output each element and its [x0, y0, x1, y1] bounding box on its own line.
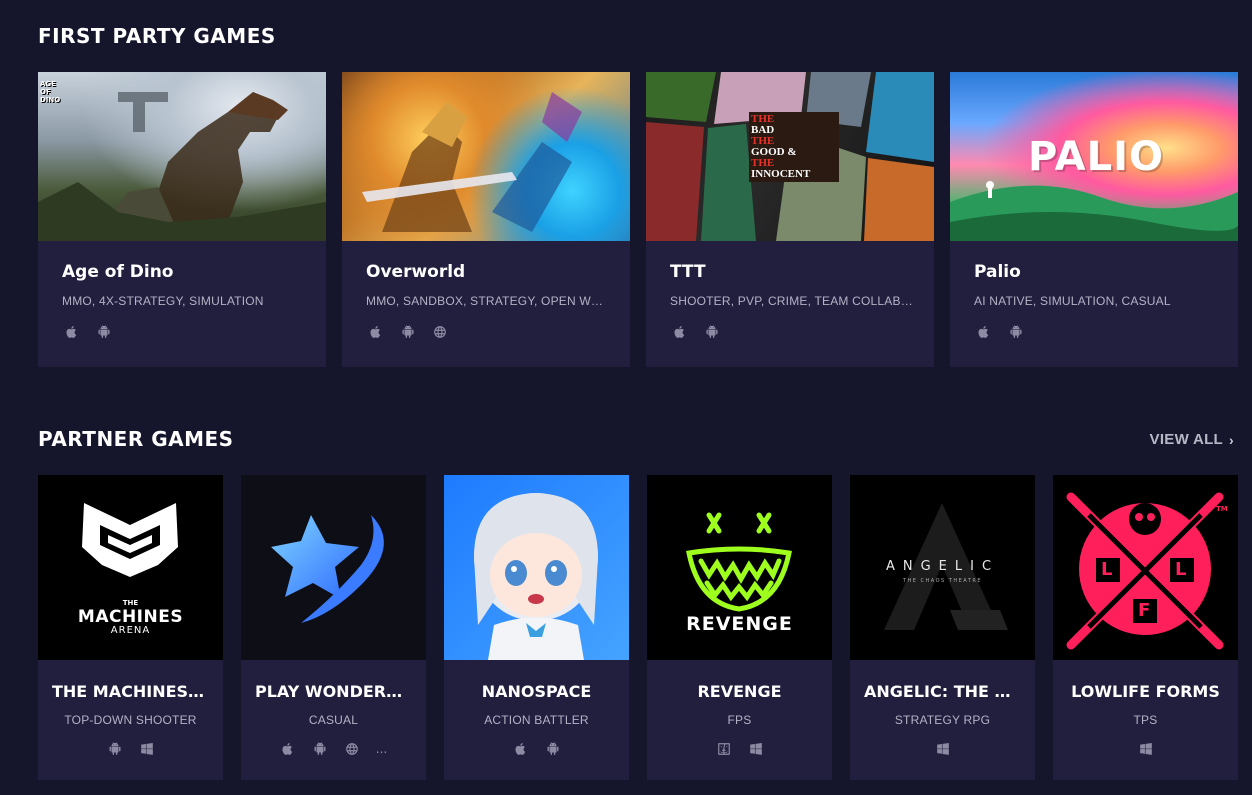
wonderland-star-logo: [271, 515, 384, 623]
apple-icon: [976, 324, 992, 340]
lowlife-letter-l2: L: [1175, 559, 1187, 580]
game-card-palio[interactable]: PALIO Palio AI NATIVE, SIMULATION, CASUA…: [950, 72, 1238, 367]
globe-icon: [432, 324, 448, 340]
partner-section-title: PARTNER GAMES: [38, 427, 234, 451]
android-icon: [96, 324, 112, 340]
machines-logo-sub: ARENA: [110, 625, 151, 636]
game-card-age-of-dino[interactable]: AGE OF DINO Age of Dino MMO, 4X-STRATEGY…: [38, 72, 326, 367]
game-title: THE MACHINES ARENA: [52, 682, 223, 701]
game-genre: FPS: [727, 713, 752, 727]
overworld-illustration: [362, 92, 582, 232]
android-icon: [704, 324, 720, 340]
lowlife-letter-l1: L: [1101, 559, 1113, 580]
dinosaur-illustration: [38, 92, 326, 241]
first-party-games-row: AGE OF DINO Age of Dino MMO, 4X-STRATEGY…: [38, 72, 1238, 367]
finder-icon: [716, 741, 732, 757]
game-title: Age of Dino: [62, 262, 174, 282]
game-art-age-of-dino: AGE OF DINO: [38, 72, 326, 241]
ttt-logo: THE BAD THE GOOD & THE INNOCENT: [751, 114, 841, 180]
game-thumb-lowlife-forms: L L F TM: [1053, 475, 1238, 660]
platform-icons: [444, 741, 629, 757]
game-genres: MMO, 4X-STRATEGY, SIMULATION: [62, 294, 264, 308]
game-card-ttt[interactable]: THE BAD THE GOOD & THE INNOCENT TTT SHOO…: [646, 72, 934, 367]
machines-logo-main: MACHINES: [77, 607, 184, 627]
android-icon: [400, 324, 416, 340]
angelic-logo-sub: THE CHAOS THEATRE: [902, 578, 983, 584]
machines-logo-top: THE: [122, 599, 139, 607]
platform-icons: [850, 741, 1035, 757]
android-icon: [1008, 324, 1024, 340]
android-icon: [545, 741, 561, 757]
game-art-overworld: [342, 72, 630, 241]
windows-icon: [1138, 741, 1154, 757]
platform-icons: [64, 324, 112, 340]
platform-icons: [672, 324, 720, 340]
game-title: PLAY WONDERLAND: [255, 682, 426, 701]
game-title: TTT: [670, 262, 706, 282]
first-party-section-title: FIRST PARTY GAMES: [38, 24, 276, 48]
revenge-logo-text: REVENGE: [686, 613, 793, 635]
game-thumb-machines-arena: THE MACHINES ARENA: [38, 475, 223, 660]
game-title: Overworld: [366, 262, 466, 282]
android-icon: [107, 741, 123, 757]
game-card-nanospace[interactable]: NANOSPACE ACTION BATTLER: [444, 475, 629, 780]
game-title: NANOSPACE: [481, 682, 592, 701]
platform-icons: [976, 324, 1024, 340]
android-icon: [312, 741, 328, 757]
game-card-overworld[interactable]: Overworld MMO, SANDBOX, STRATEGY, OPEN W…: [342, 72, 630, 367]
age-of-dino-logo: AGE OF DINO: [40, 80, 61, 104]
angelic-logo-main: ANGELIC: [885, 559, 1000, 574]
game-genre: CASUAL: [308, 713, 359, 727]
game-card-lowlife-forms[interactable]: L L F TM LOWLIFE FORMS TPS: [1053, 475, 1238, 780]
apple-icon: [672, 324, 688, 340]
game-card-angelic[interactable]: ANGELIC THE CHAOS THEATRE ANGELIC: THE C…: [850, 475, 1035, 780]
more-platforms-indicator: ...: [375, 742, 388, 756]
game-thumb-nanospace: [444, 475, 629, 660]
windows-icon: [139, 741, 155, 757]
game-genre: TOP-DOWN SHOOTER: [64, 713, 197, 727]
game-thumb-revenge: REVENGE: [647, 475, 832, 660]
game-title: LOWLIFE FORMS: [1071, 682, 1220, 701]
apple-icon: [64, 324, 80, 340]
partner-games-row: THE MACHINES ARENA THE MACHINES ARENA TO…: [38, 475, 1238, 780]
apple-icon: [280, 741, 296, 757]
apple-icon: [513, 741, 529, 757]
windows-icon: [935, 741, 951, 757]
game-thumb-play-wonderland: [241, 475, 426, 660]
lowlife-circle-logo: [1066, 492, 1224, 650]
chevron-right-icon: ›: [1229, 431, 1234, 448]
nanospace-character: [474, 493, 598, 660]
game-genres: SHOOTER, PVP, CRIME, TEAM COLLABORATION: [670, 294, 916, 308]
lowlife-trademark: TM: [1216, 505, 1228, 513]
game-title: Palio: [974, 262, 1021, 282]
game-card-revenge[interactable]: REVENGE REVENGE FPS: [647, 475, 832, 780]
palio-logo: PALIO: [1028, 134, 1164, 180]
game-card-play-wonderland[interactable]: PLAY WONDERLAND CASUAL ...: [241, 475, 426, 780]
platform-icons: [647, 741, 832, 757]
view-all-label: VIEW ALL: [1149, 431, 1224, 448]
platform-icons: [368, 324, 448, 340]
game-art-palio: PALIO: [950, 72, 1238, 241]
game-genres: MMO, SANDBOX, STRATEGY, OPEN WORLD: [366, 294, 612, 308]
platform-icons: [38, 741, 223, 757]
game-genre: ACTION BATTLER: [484, 713, 589, 727]
game-genres: AI NATIVE, SIMULATION, CASUAL: [974, 294, 1171, 308]
globe-icon: [344, 741, 360, 757]
game-thumb-angelic: ANGELIC THE CHAOS THEATRE: [850, 475, 1035, 660]
lowlife-letter-f: F: [1138, 600, 1151, 621]
game-title: ANGELIC: THE CHAOS THEATRE: [864, 682, 1035, 701]
ttt-logo-line: INNOCENT: [751, 168, 811, 180]
windows-icon: [748, 741, 764, 757]
platform-icons: ...: [241, 741, 426, 757]
view-all-link[interactable]: VIEW ALL ›: [1150, 431, 1234, 448]
game-title: REVENGE: [697, 682, 782, 701]
platform-icons: [1053, 741, 1238, 757]
game-art-ttt: THE BAD THE GOOD & THE INNOCENT: [646, 72, 934, 241]
game-genre: STRATEGY RPG: [894, 713, 991, 727]
apple-icon: [368, 324, 384, 340]
game-card-machines-arena[interactable]: THE MACHINES ARENA THE MACHINES ARENA TO…: [38, 475, 223, 780]
game-genre: TPS: [1133, 713, 1158, 727]
